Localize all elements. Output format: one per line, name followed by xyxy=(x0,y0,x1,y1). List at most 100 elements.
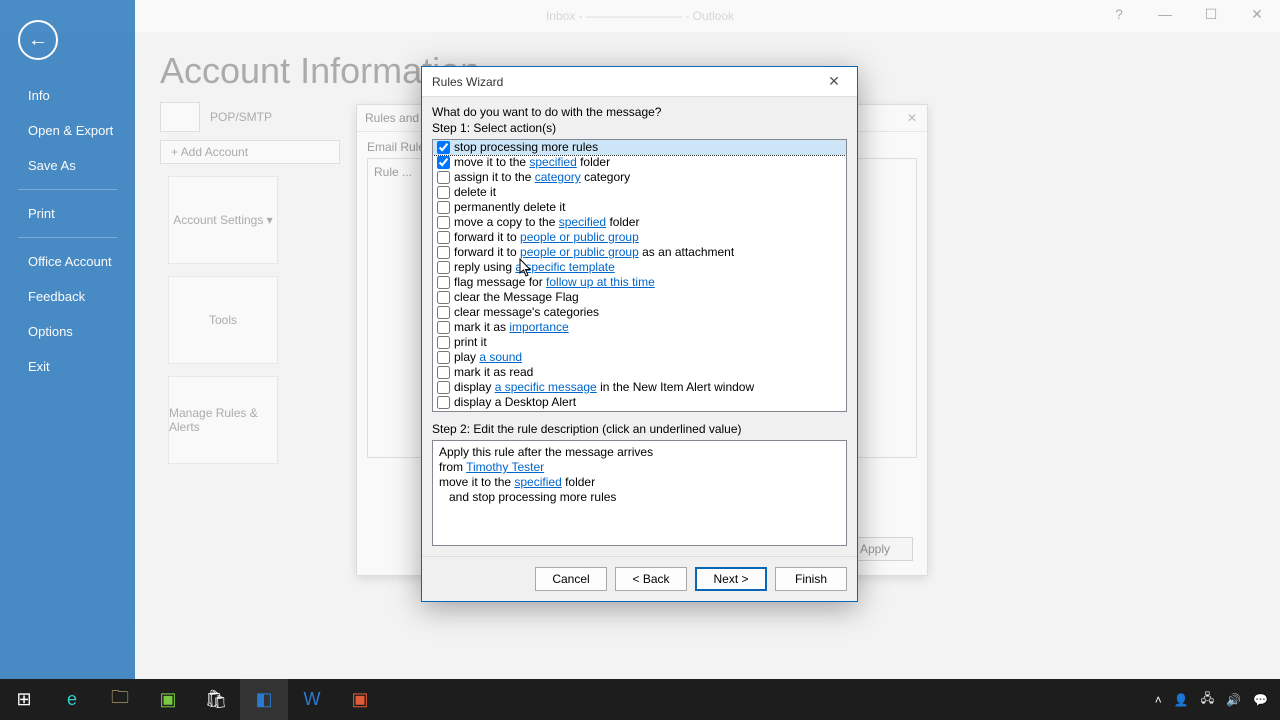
action-label: print it xyxy=(454,335,487,350)
action-label: forward it to people or public group as … xyxy=(454,245,734,260)
action-row[interactable]: forward it to people or public group as … xyxy=(433,245,846,260)
action-link[interactable]: people or public group xyxy=(520,245,639,259)
desc-line: move it to the specified folder xyxy=(439,475,840,490)
tray-chevron-icon[interactable]: ˄ xyxy=(1155,693,1162,707)
action-checkbox[interactable] xyxy=(437,306,450,319)
action-row[interactable]: stop processing more rules xyxy=(433,140,846,155)
action-checkbox[interactable] xyxy=(437,336,450,349)
tray-volume-icon[interactable]: 🔊 xyxy=(1226,693,1241,707)
action-row[interactable]: forward it to people or public group xyxy=(433,230,846,245)
action-link[interactable]: a sound xyxy=(479,350,522,364)
finish-button[interactable]: Finish xyxy=(775,567,847,591)
system-tray[interactable]: ˄ 👤 🖧 🔊 💬 xyxy=(1155,689,1280,710)
action-checkbox[interactable] xyxy=(437,291,450,304)
action-checkbox[interactable] xyxy=(437,171,450,184)
action-checkbox[interactable] xyxy=(437,366,450,379)
action-row[interactable]: delete it xyxy=(433,185,846,200)
action-link[interactable]: people or public group xyxy=(520,230,639,244)
tray-user-icon[interactable]: 👤 xyxy=(1174,693,1189,707)
taskbar-outlook[interactable]: ◧ xyxy=(240,679,288,720)
action-label: assign it to the category category xyxy=(454,170,630,185)
cancel-button[interactable]: Cancel xyxy=(535,567,607,591)
desc-line: from Timothy Tester xyxy=(439,460,840,475)
back-button[interactable]: < Back xyxy=(615,567,687,591)
action-checkbox[interactable] xyxy=(437,261,450,274)
start-button[interactable]: ⊞ xyxy=(0,679,48,720)
taskbar: ⊞ e 🗀 ▣ 🛍 ◧ W ▣ ˄ 👤 🖧 🔊 💬 xyxy=(0,679,1280,720)
windows-icon: ⊞ xyxy=(16,689,31,710)
action-checkbox[interactable] xyxy=(437,216,450,229)
action-label: mark it as read xyxy=(454,365,533,380)
action-row[interactable]: print it xyxy=(433,335,846,350)
wizard-question: What do you want to do with the message? xyxy=(432,105,847,119)
action-row[interactable]: flag message for follow up at this time xyxy=(433,275,846,290)
action-label: permanently delete it xyxy=(454,200,565,215)
action-row[interactable]: move it to the specified folder xyxy=(433,155,846,170)
taskbar-app2[interactable]: ▣ xyxy=(336,679,384,720)
action-link[interactable]: follow up at this time xyxy=(546,275,655,289)
action-label: delete it xyxy=(454,185,496,200)
action-checkbox[interactable] xyxy=(437,156,450,169)
action-list[interactable]: stop processing more rulesmove it to the… xyxy=(432,139,847,412)
taskbar-explorer[interactable]: 🗀 xyxy=(96,679,144,720)
action-checkbox[interactable] xyxy=(437,351,450,364)
action-row[interactable]: permanently delete it xyxy=(433,200,846,215)
action-checkbox[interactable] xyxy=(437,186,450,199)
action-checkbox[interactable] xyxy=(437,321,450,334)
action-label: clear message's categories xyxy=(454,305,599,320)
action-checkbox[interactable] xyxy=(437,246,450,259)
action-label: play a sound xyxy=(454,350,522,365)
dialog-button-row: Cancel < Back Next > Finish xyxy=(422,556,857,601)
action-label: reply using a specific template xyxy=(454,260,615,275)
action-row[interactable]: reply using a specific template xyxy=(433,260,846,275)
desc-line: and stop processing more rules xyxy=(439,490,840,505)
action-link[interactable]: a specific template xyxy=(515,260,614,274)
action-checkbox[interactable] xyxy=(437,141,450,154)
action-label: forward it to people or public group xyxy=(454,230,639,245)
action-row[interactable]: mark it as importance xyxy=(433,320,846,335)
action-checkbox[interactable] xyxy=(437,231,450,244)
dialog-title: Rules Wizard xyxy=(432,75,503,89)
action-label: move a copy to the specified folder xyxy=(454,215,639,230)
action-link[interactable]: importance xyxy=(509,320,568,334)
taskbar-store[interactable]: 🛍 xyxy=(192,679,240,720)
action-link[interactable]: specified xyxy=(559,215,606,229)
action-row[interactable]: mark it as read xyxy=(433,365,846,380)
step2-label: Step 2: Edit the rule description (click… xyxy=(432,422,847,436)
action-label: move it to the specified folder xyxy=(454,155,610,170)
action-label: clear the Message Flag xyxy=(454,290,579,305)
action-row[interactable]: move a copy to the specified folder xyxy=(433,215,846,230)
desc-link-sender[interactable]: Timothy Tester xyxy=(466,460,544,474)
action-row[interactable]: display a specific message in the New It… xyxy=(433,380,846,395)
action-label: mark it as importance xyxy=(454,320,569,335)
close-icon: ✕ xyxy=(828,73,840,90)
desc-line: Apply this rule after the message arrive… xyxy=(439,445,840,460)
action-row[interactable]: display a Desktop Alert xyxy=(433,395,846,410)
action-checkbox[interactable] xyxy=(437,276,450,289)
rule-description-box: Apply this rule after the message arrive… xyxy=(432,440,847,546)
action-checkbox[interactable] xyxy=(437,381,450,394)
taskbar-word[interactable]: W xyxy=(288,679,336,720)
action-checkbox[interactable] xyxy=(437,396,450,409)
action-row[interactable]: clear message's categories xyxy=(433,305,846,320)
action-label: display a specific message in the New It… xyxy=(454,380,754,395)
action-row[interactable]: assign it to the category category xyxy=(433,170,846,185)
taskbar-app[interactable]: ▣ xyxy=(144,679,192,720)
desc-link-folder[interactable]: specified xyxy=(514,475,561,489)
action-label: flag message for follow up at this time xyxy=(454,275,655,290)
action-checkbox[interactable] xyxy=(437,201,450,214)
action-link[interactable]: a specific message xyxy=(495,380,597,394)
next-button[interactable]: Next > xyxy=(695,567,767,591)
action-row[interactable]: play a sound xyxy=(433,350,846,365)
step1-label: Step 1: Select action(s) xyxy=(432,121,847,135)
action-link[interactable]: category xyxy=(535,170,581,184)
tray-notifications-icon[interactable]: 💬 xyxy=(1253,693,1268,707)
action-label: stop processing more rules xyxy=(454,140,598,155)
rules-wizard-dialog: Rules Wizard ✕ What do you want to do wi… xyxy=(421,66,858,602)
close-dialog-button[interactable]: ✕ xyxy=(819,71,849,93)
action-row[interactable]: clear the Message Flag xyxy=(433,290,846,305)
action-label: display a Desktop Alert xyxy=(454,395,576,410)
taskbar-edge[interactable]: e xyxy=(48,679,96,720)
tray-network-icon[interactable]: 🖧 xyxy=(1201,689,1214,710)
action-link[interactable]: specified xyxy=(529,155,576,169)
